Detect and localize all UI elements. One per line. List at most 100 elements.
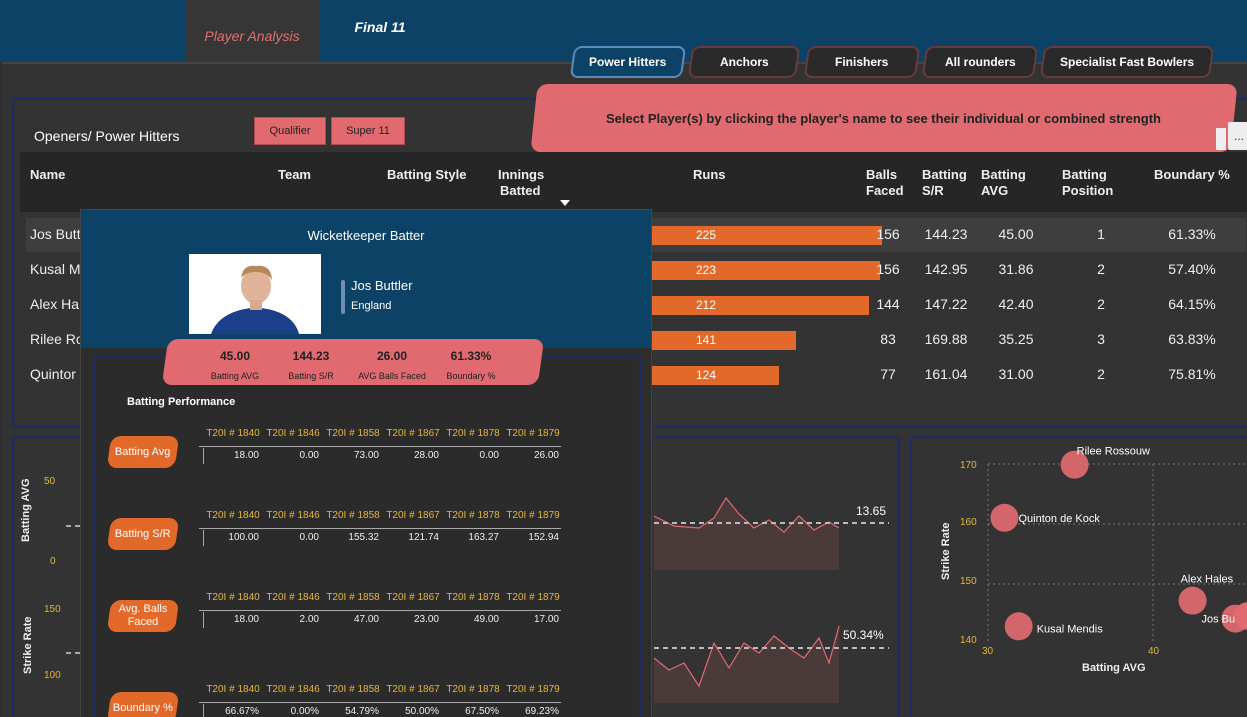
- scatter-y-tick: 150: [960, 576, 977, 587]
- match-header: T20I # 1878: [446, 428, 500, 439]
- player-silhouette-icon: [189, 254, 321, 334]
- scatter-y-tick: 140: [960, 635, 977, 646]
- match-header: T20I # 1867: [386, 592, 440, 603]
- player-name-cell[interactable]: Kusal M: [30, 261, 81, 277]
- match-header: T20I # 1879: [506, 592, 560, 603]
- batting-position-cell: 3: [1097, 331, 1105, 347]
- metric-value: 155.32: [348, 532, 379, 543]
- top-area: [654, 498, 839, 570]
- batting-avg-cell: 45.00: [998, 226, 1034, 242]
- balls-faced-cell: 144: [876, 296, 900, 312]
- batting-avg-cell: 31.00: [998, 366, 1034, 382]
- match-header: T20I # 1867: [386, 684, 440, 695]
- match-header: T20I # 1840: [206, 592, 260, 603]
- metric-value: 50.00%: [405, 706, 439, 717]
- player-tooltip: Wicketkeeper Batter Jos Buttler England …: [80, 209, 652, 717]
- match-header: T20I # 1879: [506, 510, 560, 521]
- balls-faced-cell: 156: [876, 226, 900, 242]
- category-fast-bowlers-button[interactable]: Specialist Fast Bowlers: [1039, 46, 1215, 78]
- player-name-cell[interactable]: Rilee Ro: [30, 331, 84, 347]
- player-name-cell[interactable]: Quintor: [30, 366, 76, 382]
- category-anchors-button[interactable]: Anchors: [687, 46, 801, 78]
- col-batting-position[interactable]: Batting Position: [1062, 167, 1113, 199]
- match-header: T20I # 1846: [266, 684, 320, 695]
- more-options-icon[interactable]: ...: [1228, 122, 1247, 150]
- tab-player-analysis[interactable]: Player Analysis: [185, 0, 319, 62]
- batting-sr-cell: 147.22: [924, 296, 968, 312]
- boundary-cell: 64.15%: [1168, 296, 1216, 312]
- batting-avg-cell: 31.86: [998, 261, 1034, 277]
- scatter-point[interactable]: [990, 503, 1019, 532]
- runs-bar: [652, 296, 869, 315]
- runs-bar: [652, 261, 880, 280]
- match-header: T20I # 1867: [386, 510, 440, 521]
- metric-value: 26.00: [533, 450, 559, 461]
- top-avg-value: 13.65: [856, 504, 887, 518]
- category-finishers-button[interactable]: Finishers: [803, 46, 921, 78]
- metric-divider: [199, 702, 561, 703]
- balls-faced-cell: 156: [876, 261, 900, 277]
- match-header: T20I # 1858: [326, 510, 380, 521]
- filter-super-11-button[interactable]: Super 11: [331, 117, 405, 145]
- col-batting-sr[interactable]: Batting S/R: [922, 167, 967, 199]
- col-name[interactable]: Name: [30, 167, 65, 183]
- scatter-point-label: Rilee Rossouw: [1077, 446, 1150, 458]
- batting-sr-cell: 144.23: [924, 226, 968, 242]
- runs-value: 124: [696, 368, 717, 382]
- col-balls-faced[interactable]: Balls Faced: [866, 167, 904, 199]
- metric-value: 100.00: [228, 532, 259, 543]
- bottom-avg-value: 50.34%: [843, 628, 884, 642]
- category-all-rounders-button[interactable]: All rounders: [921, 46, 1039, 78]
- metric-value: 23.00: [413, 614, 439, 625]
- metric-value: 47.00: [353, 614, 379, 625]
- boundary-cell: 75.81%: [1168, 366, 1216, 382]
- metric-value: 28.00: [413, 450, 439, 461]
- metric-value: 163.27: [468, 532, 499, 543]
- balls-faced-cell: 83: [880, 331, 896, 347]
- kpi-batting-avg: 45.00 Batting AVG: [210, 349, 260, 381]
- match-header: T20I # 1878: [446, 510, 500, 521]
- scatter-point[interactable]: [1004, 612, 1033, 641]
- player-role: Wicketkeeper Batter: [307, 228, 425, 243]
- player-name-cell[interactable]: Alex Ha: [30, 296, 79, 312]
- kpi-boundary: 61.33% Boundary %: [446, 349, 496, 381]
- player-name-cell[interactable]: Jos Butt: [30, 226, 81, 242]
- match-header: T20I # 1846: [266, 428, 320, 439]
- match-header: T20I # 1846: [266, 592, 320, 603]
- scatter-x-tick: 30: [982, 646, 994, 657]
- name-accent-bar: [341, 280, 345, 314]
- col-boundary[interactable]: Boundary %: [1154, 167, 1230, 183]
- batting-position-cell: 2: [1097, 261, 1105, 277]
- col-batting-style[interactable]: Batting Style: [387, 167, 466, 183]
- runs-value: 223: [696, 263, 717, 277]
- metric-label: Batting S/R: [106, 518, 180, 550]
- top-y-tick: 50: [44, 476, 56, 487]
- metric-label: Avg. Balls Faced: [106, 600, 180, 632]
- kpi-balls-faced: 26.00 AVG Balls Faced: [358, 349, 426, 381]
- category-power-hitters-button[interactable]: Power Hitters: [569, 46, 687, 78]
- panel-edge: [1216, 128, 1226, 150]
- scatter-y-tick: 160: [960, 517, 977, 528]
- scatter-point[interactable]: [1178, 586, 1207, 615]
- bottom-y-tick: 150: [44, 604, 61, 615]
- runs-value: 225: [696, 228, 717, 242]
- filter-qualifier-button[interactable]: Qualifier: [254, 117, 326, 145]
- col-batting-avg[interactable]: Batting AVG: [981, 167, 1026, 199]
- player-team: England: [351, 300, 392, 312]
- col-innings[interactable]: Innings Batted: [498, 167, 544, 199]
- match-header: T20I # 1878: [446, 592, 500, 603]
- metric-value: 49.00: [473, 614, 499, 625]
- col-runs[interactable]: Runs: [693, 167, 726, 183]
- batting-position-cell: 1: [1097, 226, 1105, 242]
- boundary-cell: 57.40%: [1168, 261, 1216, 277]
- metric-value: 18.00: [233, 450, 259, 461]
- col-team[interactable]: Team: [278, 167, 311, 183]
- metric-value: 2.00: [299, 614, 319, 625]
- match-header: T20I # 1840: [206, 510, 260, 521]
- tab-final-11[interactable]: Final 11: [330, 0, 430, 58]
- batting-position-cell: 2: [1097, 296, 1105, 312]
- match-header: T20I # 1858: [326, 428, 380, 439]
- section-title: Openers/ Power Hitters: [34, 128, 180, 144]
- batting-sr-cell: 161.04: [924, 366, 968, 382]
- sort-desc-icon[interactable]: [560, 200, 570, 206]
